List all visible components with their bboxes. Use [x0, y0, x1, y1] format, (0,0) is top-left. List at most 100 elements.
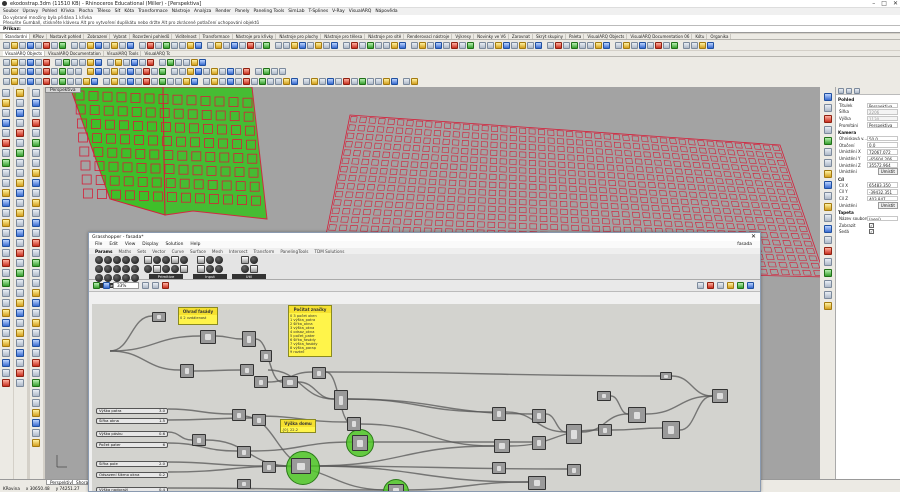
tool-button-icon[interactable] — [123, 58, 130, 66]
tool-button-icon[interactable] — [239, 41, 246, 49]
tool-button-icon[interactable] — [16, 149, 24, 157]
gh-component[interactable] — [352, 435, 368, 451]
tool-button-icon[interactable] — [167, 78, 174, 85]
tool-button-icon[interactable] — [95, 68, 102, 75]
tool-button-icon[interactable] — [823, 137, 832, 145]
tool-button-icon[interactable] — [2, 189, 10, 197]
tool-button-icon[interactable] — [19, 58, 26, 66]
menu-item[interactable]: Kóta — [124, 9, 134, 14]
gh-tab[interactable]: Maths — [119, 249, 132, 254]
tool-button-icon[interactable] — [215, 41, 222, 49]
tool-button-icon[interactable] — [32, 419, 40, 427]
tool-button-icon[interactable] — [171, 68, 178, 75]
tool-button-icon[interactable] — [359, 78, 366, 85]
tool-button-icon[interactable] — [87, 68, 94, 75]
tool-button-icon[interactable] — [235, 78, 242, 85]
gh-component-icon[interactable] — [162, 265, 170, 273]
tool-button-icon[interactable] — [139, 58, 146, 66]
tool-button-icon[interactable] — [171, 41, 178, 49]
gh-component-icon[interactable] — [171, 256, 179, 264]
gh-component-icon[interactable] — [206, 265, 214, 273]
tool-button-icon[interactable] — [16, 129, 24, 137]
tool-button-icon[interactable] — [187, 41, 194, 49]
tool-button-icon[interactable] — [351, 41, 358, 49]
gh-component-icon[interactable] — [131, 256, 139, 264]
tool-button-icon[interactable] — [27, 68, 34, 75]
tool-button-icon[interactable] — [187, 68, 194, 75]
tool-button-icon[interactable] — [2, 249, 10, 257]
gh-component-icon[interactable] — [206, 256, 214, 264]
tool-button-icon[interactable] — [32, 229, 40, 237]
tool-button-icon[interactable] — [495, 41, 502, 49]
display-mode-icon[interactable] — [717, 282, 724, 289]
tool-button-icon[interactable] — [16, 219, 24, 227]
tool-button-icon[interactable] — [399, 41, 406, 49]
tool-button-icon[interactable] — [32, 199, 40, 207]
tool-button-icon[interactable] — [16, 209, 24, 217]
tool-button-icon[interactable] — [16, 319, 24, 327]
tool-button-icon[interactable] — [823, 258, 832, 266]
tool-button-icon[interactable] — [2, 219, 10, 227]
tool-button-icon[interactable] — [32, 389, 40, 397]
menu-item[interactable]: Pohled — [42, 9, 57, 14]
tool-button-icon[interactable] — [823, 302, 832, 310]
toolbar-tab[interactable]: Viditelnost — [173, 34, 200, 39]
gh-tab[interactable]: Curve — [172, 249, 184, 254]
tool-button-icon[interactable] — [823, 291, 832, 299]
gh-menu-item[interactable]: Edit — [109, 242, 118, 247]
gh-component-icon[interactable] — [122, 256, 130, 264]
tool-button-icon[interactable] — [103, 68, 110, 75]
tool-button-icon[interactable] — [823, 115, 832, 123]
tool-button-icon[interactable] — [35, 68, 42, 75]
tool-button-icon[interactable] — [167, 58, 174, 66]
tool-button-icon[interactable] — [2, 349, 10, 357]
tool-button-icon[interactable] — [179, 41, 186, 49]
menu-item[interactable]: Paneling Tools — [253, 9, 284, 14]
tool-button-icon[interactable] — [19, 78, 26, 85]
tool-button-icon[interactable] — [823, 236, 832, 244]
tool-button-icon[interactable] — [291, 41, 298, 49]
tool-button-icon[interactable] — [67, 68, 74, 75]
tool-button-icon[interactable] — [691, 41, 698, 49]
tool-button-icon[interactable] — [27, 41, 34, 49]
disable-solver-icon[interactable] — [707, 282, 714, 289]
gh-component-icon[interactable] — [113, 256, 121, 264]
gh-component-icon[interactable] — [113, 265, 121, 273]
gh-tab[interactable]: Mesh — [212, 249, 223, 254]
tool-button-icon[interactable] — [16, 279, 24, 287]
maximize-button[interactable]: □ — [881, 0, 887, 8]
toolbar-tab[interactable]: Renderovací nástroje — [405, 34, 453, 39]
tool-button-icon[interactable] — [195, 68, 202, 75]
tool-button-icon[interactable] — [327, 78, 334, 85]
tool-button-icon[interactable] — [16, 369, 24, 377]
tool-button-icon[interactable] — [11, 41, 18, 49]
tool-button-icon[interactable] — [195, 41, 202, 49]
tool-button-icon[interactable] — [2, 199, 10, 207]
tool-button-icon[interactable] — [579, 41, 586, 49]
gh-tab[interactable]: Intersect — [229, 249, 248, 254]
property-value[interactable]: 72067.072 — [867, 149, 898, 155]
tool-button-icon[interactable] — [32, 99, 40, 107]
tool-button-icon[interactable] — [87, 41, 94, 49]
gh-component[interactable] — [282, 376, 298, 388]
tool-button-icon[interactable] — [275, 78, 282, 85]
tool-button-icon[interactable] — [75, 68, 82, 75]
gh-component-icon[interactable] — [153, 265, 161, 273]
tool-button-icon[interactable] — [587, 41, 594, 49]
menu-item[interactable]: T-Splines — [309, 9, 329, 14]
tool-button-icon[interactable] — [279, 68, 286, 75]
gh-component[interactable] — [291, 458, 311, 474]
tool-button-icon[interactable] — [2, 299, 10, 307]
tool-button-icon[interactable] — [2, 319, 10, 327]
menu-item[interactable]: Nápověda — [375, 9, 397, 14]
property-value[interactable]: 65483.350 — [867, 182, 898, 189]
number-slider[interactable]: Šířka okna 1.5 — [96, 418, 168, 424]
tool-button-icon[interactable] — [283, 78, 290, 85]
tool-button-icon[interactable] — [16, 249, 24, 257]
tool-button-icon[interactable] — [2, 119, 10, 127]
gh-tab[interactable]: TDM Solutions — [314, 249, 344, 254]
gh-component[interactable] — [200, 330, 216, 344]
tool-button-icon[interactable] — [383, 41, 390, 49]
tool-button-icon[interactable] — [519, 41, 526, 49]
toolbar-tab[interactable]: Zarovnat — [510, 34, 533, 39]
